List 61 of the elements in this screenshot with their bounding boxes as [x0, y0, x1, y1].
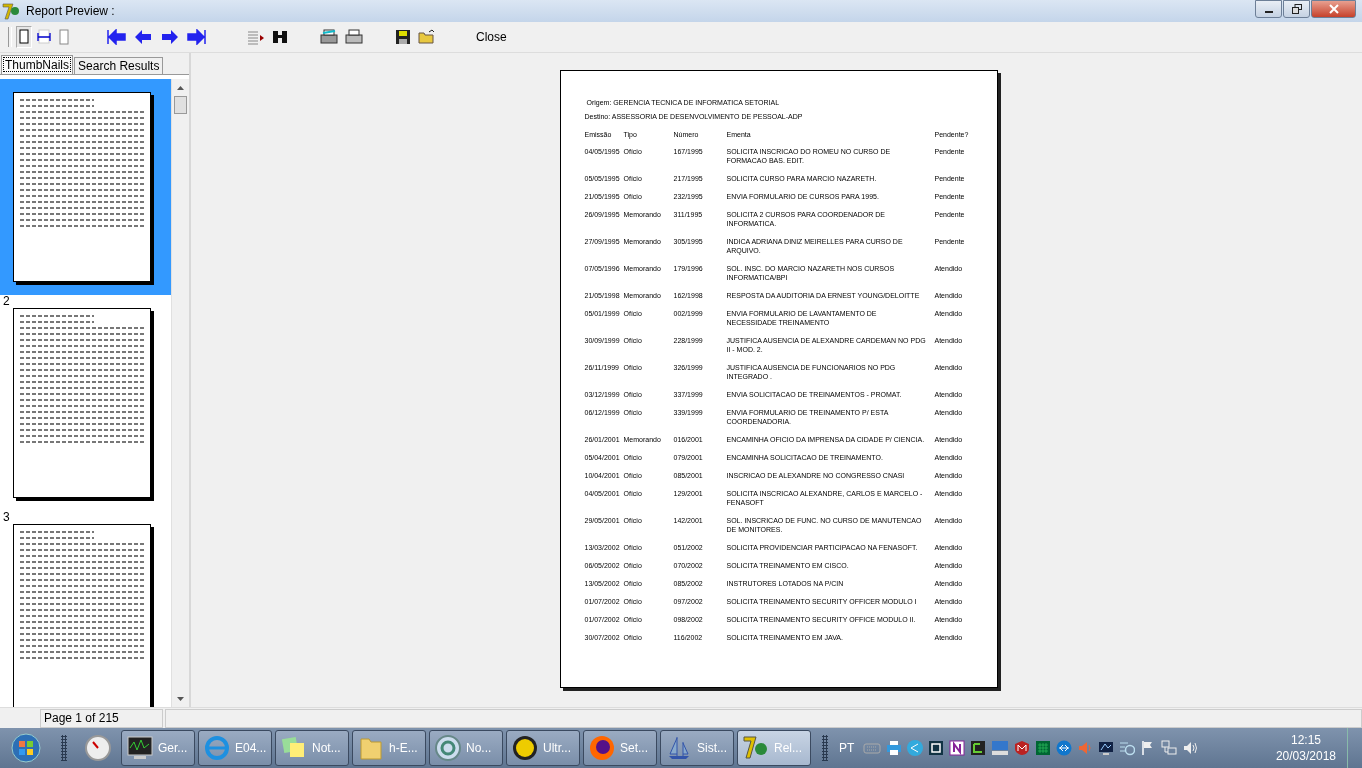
- display-icon[interactable]: [1098, 740, 1115, 756]
- remote-control-icon[interactable]: [1056, 740, 1073, 756]
- windows-logo-icon: [11, 733, 41, 763]
- close-icon: [1328, 4, 1339, 14]
- report-app-icon: [742, 734, 770, 762]
- page-number: 3: [3, 511, 11, 524]
- minimize-button[interactable]: [1255, 0, 1282, 18]
- taskbar-button[interactable]: h-E...: [352, 730, 426, 766]
- taskbar-button[interactable]: E04...: [198, 730, 272, 766]
- window-title: Report Preview :: [26, 4, 115, 18]
- last-page-icon: [187, 29, 207, 45]
- monitor-icon: [126, 734, 154, 762]
- printer-icon[interactable]: [886, 740, 903, 756]
- vertical-scrollbar[interactable]: [171, 79, 189, 707]
- close-button[interactable]: Close: [474, 27, 509, 47]
- page-status: Page 1 of 215: [40, 709, 163, 728]
- folder-icon: [418, 29, 436, 45]
- panel-tab[interactable]: ThumbNails: [1, 55, 74, 74]
- restore-button[interactable]: [1283, 0, 1310, 18]
- page-icon: [18, 29, 30, 45]
- page-thumbnail[interactable]: 3: [0, 511, 171, 707]
- last-page-button[interactable]: [185, 26, 209, 48]
- binoculars-icon: [272, 29, 288, 45]
- clock-time[interactable]: 12:15: [1290, 732, 1321, 748]
- taskbar-button[interactable]: Ger...: [121, 730, 195, 766]
- clock-date[interactable]: 20/03/2018: [1275, 748, 1336, 764]
- close-window-button[interactable]: [1311, 0, 1356, 18]
- taskbar-button[interactable]: No...: [429, 730, 503, 766]
- minimize-icon: [1264, 11, 1273, 13]
- right-arrow-icon: [160, 29, 180, 45]
- lines-arrow-icon: [247, 29, 265, 45]
- terminal-icon[interactable]: [970, 740, 987, 756]
- left-arrow-icon: [133, 29, 153, 45]
- scroll-up-icon[interactable]: [177, 85, 184, 90]
- notebook-icon[interactable]: [949, 740, 966, 756]
- page-thumbnail[interactable]: [0, 79, 171, 295]
- taskbar-button[interactable]: Rel...: [737, 730, 811, 766]
- panel-tab[interactable]: Search Results: [74, 57, 164, 74]
- taskbar-button[interactable]: Ultr...: [506, 730, 580, 766]
- taskbar-button[interactable]: Set...: [583, 730, 657, 766]
- printer-icon: [345, 29, 363, 45]
- page-number: 2: [3, 295, 11, 308]
- first-page-button[interactable]: [104, 26, 128, 48]
- shield-icon[interactable]: [1014, 740, 1031, 756]
- single-page-button[interactable]: [16, 26, 32, 48]
- scrollbar-thumb[interactable]: [174, 96, 187, 114]
- volume-icon[interactable]: [1182, 740, 1199, 756]
- app-logo-icon: [2, 2, 20, 20]
- language-indicator[interactable]: PT: [839, 741, 855, 755]
- page-icon: [58, 29, 70, 45]
- first-page-icon: [106, 29, 126, 45]
- scroll-down-icon[interactable]: [177, 696, 184, 701]
- gauge-icon: [84, 734, 112, 762]
- taskbar-button[interactable]: Not...: [275, 730, 349, 766]
- network-icon[interactable]: [1161, 740, 1178, 756]
- printer-icon: [320, 29, 338, 45]
- restore-icon: [1291, 4, 1302, 14]
- window-squares-icon[interactable]: [928, 740, 945, 756]
- taskbar-button[interactable]: Sist...: [660, 730, 734, 766]
- page-width-icon: [37, 29, 51, 45]
- page-thumbnail[interactable]: 2: [0, 295, 171, 511]
